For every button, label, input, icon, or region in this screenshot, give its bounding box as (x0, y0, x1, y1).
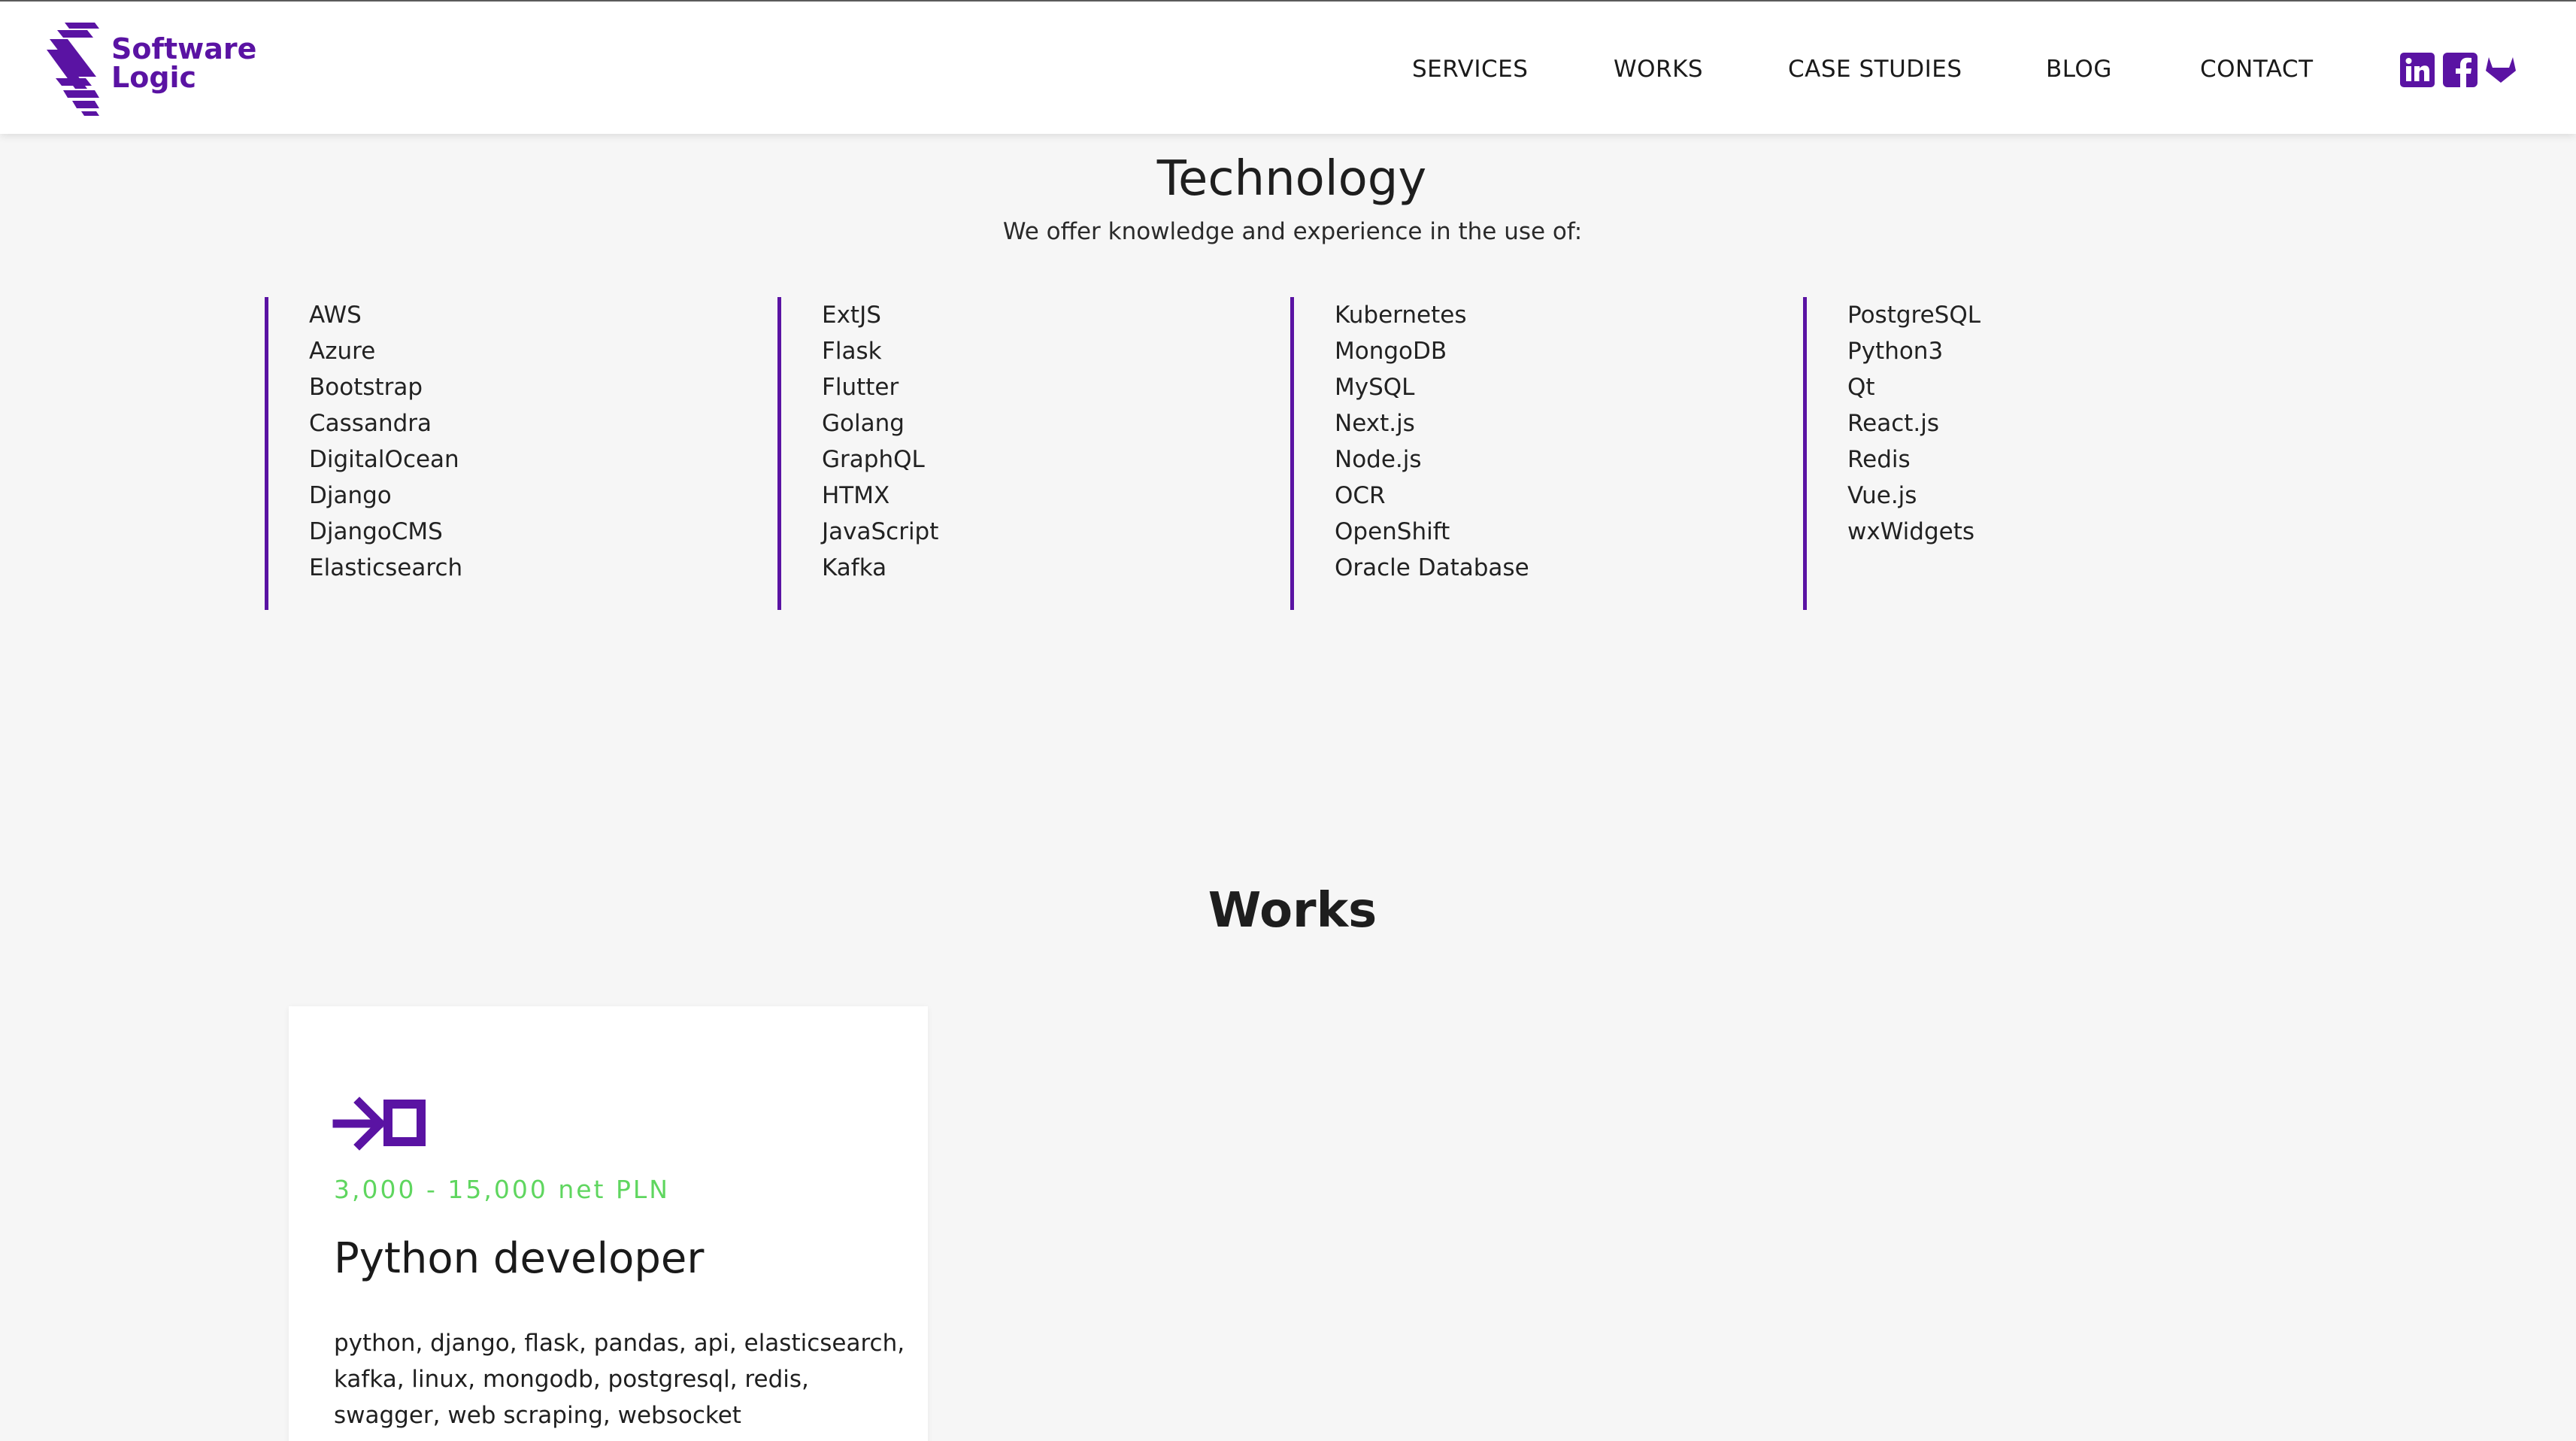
tech-item: Kubernetes (1335, 302, 1467, 329)
tech-item: DigitalOcean (309, 446, 459, 473)
tech-item: OCR (1335, 482, 1386, 509)
tech-item: ExtJS (822, 302, 881, 329)
site-header: Software Logic SERVICES WORKS CASE STUDI… (0, 0, 2576, 134)
nav-works[interactable]: WORKS (1614, 54, 1703, 84)
tech-item: Qt (1847, 374, 1875, 401)
tech-item: GraphQL (822, 446, 925, 473)
nav-contact[interactable]: CONTACT (2200, 54, 2314, 84)
technology-subtitle: We offer knowledge and experience in the… (1002, 218, 1583, 245)
job-card[interactable]: 3,000 - 15,000 net PLN Python developer … (289, 1006, 928, 1441)
tech-item: Cassandra (309, 410, 432, 437)
tech-column-3: Kubernetes MongoDB MySQL Next.js Node.js… (1290, 297, 1529, 610)
tech-item: Oracle Database (1335, 554, 1529, 581)
gitlab-icon[interactable] (2484, 53, 2519, 87)
linkedin-icon[interactable] (2400, 53, 2435, 87)
nav-case-studies[interactable]: CASE STUDIES (1788, 54, 1962, 84)
tech-item: Golang (822, 410, 905, 437)
tech-item: wxWidgets (1847, 518, 1975, 545)
job-tags: python, django, flask, pandas, api, elas… (334, 1330, 905, 1429)
tech-item: AWS (309, 302, 362, 329)
tech-column-2: ExtJS Flask Flutter Golang GraphQL HTMX … (777, 297, 938, 610)
logo[interactable]: Software Logic (42, 20, 256, 117)
tech-item: Vue.js (1847, 482, 1917, 509)
nav-services[interactable]: SERVICES (1412, 54, 1528, 84)
tech-item: DjangoCMS (309, 518, 443, 545)
tech-item: JavaScript (822, 518, 939, 545)
tech-item: Kafka (822, 554, 887, 581)
tech-item: HTMX (822, 482, 890, 509)
tech-item: OpenShift (1335, 518, 1450, 545)
tech-column-1: AWS Azure Bootstrap Cassandra DigitalOce… (265, 297, 462, 610)
tech-item: Redis (1847, 446, 1911, 473)
works-title: Works (1208, 883, 1377, 939)
tech-item: Elasticsearch (309, 554, 463, 581)
tech-item: Node.js (1335, 446, 1422, 473)
tech-item: MySQL (1335, 374, 1415, 401)
tech-item: Python3 (1847, 338, 1944, 365)
tech-item: Bootstrap (309, 374, 423, 401)
logo-line1: Software (111, 32, 257, 65)
page: Software Logic SERVICES WORKS CASE STUDI… (0, 0, 2576, 1441)
job-title[interactable]: Python developer (334, 1232, 704, 1286)
salary-range: 3,000 - 15,000 net PLN (334, 1175, 670, 1204)
tech-item: Flutter (822, 374, 899, 401)
tech-item: Next.js (1335, 410, 1415, 437)
logo-wordmark: Software Logic (111, 35, 256, 92)
tech-item: PostgreSQL (1847, 302, 1981, 329)
tech-column-4: PostgreSQL Python3 Qt React.js Redis Vue… (1803, 297, 1980, 610)
tech-item: Azure (309, 338, 376, 365)
logo-mark-icon (47, 23, 99, 116)
tech-item: Flask (822, 338, 882, 365)
nav-blog[interactable]: BLOG (2046, 54, 2112, 84)
logo-line2: Logic (111, 61, 197, 94)
tech-item: React.js (1847, 410, 1940, 437)
tech-item: Django (309, 482, 392, 509)
tech-item: MongoDB (1335, 338, 1447, 365)
arrow-box-icon (332, 1094, 429, 1157)
facebook-icon[interactable] (2443, 53, 2478, 87)
technology-title: Technology (1156, 151, 1427, 207)
